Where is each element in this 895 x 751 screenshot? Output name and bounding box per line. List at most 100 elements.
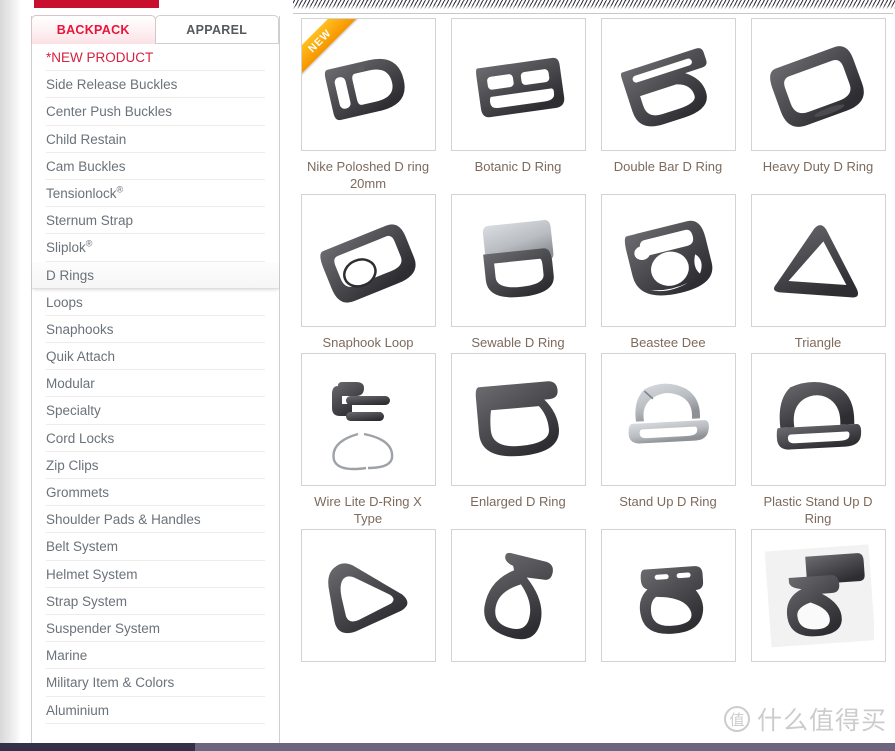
content-top-rule — [293, 13, 893, 14]
product-thumbnail[interactable] — [750, 18, 886, 151]
product-name-label[interactable] — [593, 662, 743, 686]
product-thumbnail[interactable] — [600, 194, 736, 327]
product-name-label[interactable]: Snaphook Loop — [293, 327, 443, 351]
sidebar-item-military-item-colors[interactable]: Military Item & Colors — [46, 669, 265, 697]
product-name-label[interactable]: Sewable D Ring — [443, 327, 593, 351]
product-name-label[interactable]: Wire Lite D-Ring X Type — [293, 486, 443, 527]
sidebar-item-side-release-buckles[interactable]: Side Release Buckles — [46, 71, 265, 99]
sidebar-item-modular[interactable]: Modular — [46, 370, 265, 398]
product-thumbnail[interactable] — [300, 529, 436, 662]
sidebar-item-snaphooks[interactable]: Snaphooks — [46, 316, 265, 344]
product-name-label[interactable]: Enlarged D Ring — [443, 486, 593, 510]
stand-up-d-ring-icon — [628, 383, 709, 443]
product-name-label[interactable]: Botanic D Ring — [443, 151, 593, 175]
sidebar-item-label: Helmet System — [46, 566, 138, 582]
sidebar-item-belt-system[interactable]: Belt System — [46, 533, 265, 561]
wire-lite-x-icon — [332, 381, 394, 470]
sidebar-item-label: Specialty — [46, 403, 101, 419]
product-name-label[interactable]: Beastee Dee — [593, 327, 743, 351]
sidebar-item-d-rings[interactable]: D Rings — [32, 261, 279, 289]
product-thumbnail[interactable] — [300, 353, 436, 486]
sidebar-item-quik-attach[interactable]: Quik Attach — [46, 343, 265, 371]
sidebar-item-center-push-buckles[interactable]: Center Push Buckles — [46, 98, 265, 126]
product-name-label[interactable]: Plastic Stand Up D Ring — [743, 486, 893, 527]
product-thumbnail[interactable]: NEW — [300, 18, 436, 151]
product-name-label[interactable]: Nike Poloshed D ring 20mm — [293, 151, 443, 192]
sidebar-item-specialty[interactable]: Specialty — [46, 397, 265, 425]
product-cell: Triangle — [743, 192, 893, 351]
sidebar-item-sliplok[interactable]: Sliplok® — [46, 234, 265, 262]
sidebar-item-label: Marine — [46, 648, 88, 664]
sidebar-item-cam-buckles[interactable]: Cam Buckles — [46, 153, 265, 180]
enlarged-d-ring-icon — [475, 380, 559, 456]
product-cell: Wire Lite D-Ring X Type — [293, 351, 443, 527]
product-name-label[interactable] — [443, 662, 593, 686]
sidebar-item-strap-system[interactable]: Strap System — [46, 588, 265, 615]
product-thumbnail[interactable] — [600, 18, 736, 151]
sidebar-item-label: Snaphooks — [46, 321, 114, 337]
product-thumbnail[interactable] — [600, 353, 736, 486]
product-thumbnail[interactable] — [300, 194, 436, 327]
product-thumbnail[interactable] — [450, 194, 586, 327]
product-grid: NEW Nike Poloshed D ring 20mm Botanic D R… — [293, 16, 895, 686]
product-cell: Heavy Duty D Ring — [743, 16, 893, 192]
sidebar-item-helmet-system[interactable]: Helmet System — [46, 561, 265, 588]
product-name-label[interactable]: Double Bar D Ring — [593, 151, 743, 175]
sidebar-tabs: BACKPACK APPAREL — [31, 15, 279, 44]
product-thumbnail[interactable] — [450, 529, 586, 662]
sidebar-item-marine[interactable]: Marine — [46, 642, 265, 670]
tab-apparel-label: APPAREL — [186, 23, 248, 37]
tab-apparel[interactable]: APPAREL — [154, 15, 279, 43]
soft-triangle-icon — [328, 562, 408, 633]
product-thumbnail[interactable] — [750, 529, 886, 662]
product-thumbnail[interactable] — [450, 18, 586, 151]
tab-backpack[interactable]: BACKPACK — [31, 15, 156, 44]
sidebar-item-label: D Rings — [46, 267, 95, 283]
sidebar-item-sternum-strap[interactable]: Sternum Strap — [46, 207, 265, 235]
product-thumbnail[interactable] — [450, 353, 586, 486]
tab-backpack-label: BACKPACK — [56, 23, 130, 37]
catalog-page: BACKPACK APPAREL *NEW PRODUCT Side Releas… — [0, 0, 895, 751]
product-name-label[interactable]: Triangle — [743, 327, 893, 351]
sidebar-item-label: Cord Locks — [46, 430, 115, 446]
sidebar-item-label: Grommets — [46, 485, 110, 500]
product-name-label[interactable] — [743, 662, 893, 686]
product-cell: Stand Up D Ring — [593, 351, 743, 527]
product-name-label[interactable] — [293, 662, 443, 686]
product-cell: Enlarged D Ring — [443, 351, 593, 527]
product-cell: NEW Nike Poloshed D ring 20mm — [293, 16, 443, 192]
sidebar-item-shoulder-pads-handles[interactable]: Shoulder Pads & Handles — [46, 506, 265, 534]
product-thumbnail[interactable] — [600, 529, 736, 662]
sidebar-item-label: Shoulder Pads & Handles — [46, 512, 201, 528]
product-thumbnail[interactable] — [750, 353, 886, 486]
sidebar-item-label: *NEW PRODUCT — [46, 50, 154, 65]
sidebar-item-new-product[interactable]: *NEW PRODUCT — [46, 44, 265, 72]
product-thumbnail[interactable] — [750, 194, 886, 327]
sidebar-item-grommets[interactable]: Grommets — [46, 479, 265, 507]
sidebar-item-aluminium[interactable]: Aluminium — [46, 697, 265, 724]
sidebar-item-label: Side Release Buckles — [46, 77, 178, 93]
sidebar-item-label: Loops — [46, 294, 83, 310]
sidebar-item-label: Belt System — [46, 539, 119, 555]
product-content-area: NEW Nike Poloshed D ring 20mm Botanic D R… — [293, 16, 895, 751]
sidebar-item-label: Sternum Strap — [46, 213, 134, 229]
product-name-label[interactable]: Heavy Duty D Ring — [743, 151, 893, 175]
sidebar-item-loops[interactable]: Loops — [46, 289, 265, 316]
sidebar-item-label: Strap System — [46, 593, 128, 609]
sidebar-item-child-restain[interactable]: Child Restain — [46, 126, 265, 153]
sidebar-item-tensionlock[interactable]: Tensionlock® — [46, 180, 265, 208]
triangle-ring-icon — [773, 224, 859, 297]
sidebar-item-label: Zip Clips — [46, 457, 99, 473]
product-cell: Beastee Dee — [593, 192, 743, 351]
botanic-d-ring-icon — [476, 57, 565, 117]
sidebar-item-zip-clips[interactable]: Zip Clips — [46, 452, 265, 479]
sidebar-item-suspender-system[interactable]: Suspender System — [46, 615, 265, 643]
registered-trademark-icon: ® — [116, 184, 124, 195]
product-cell — [293, 527, 443, 686]
product-name-label[interactable]: Stand Up D Ring — [593, 486, 743, 510]
tab-d-ring-icon — [764, 543, 874, 647]
sidebar-item-cord-locks[interactable]: Cord Locks — [46, 425, 265, 452]
page-left-gutter — [0, 0, 20, 751]
sidebar-item-label: Modular — [46, 376, 95, 392]
product-cell: Sewable D Ring — [443, 192, 593, 351]
